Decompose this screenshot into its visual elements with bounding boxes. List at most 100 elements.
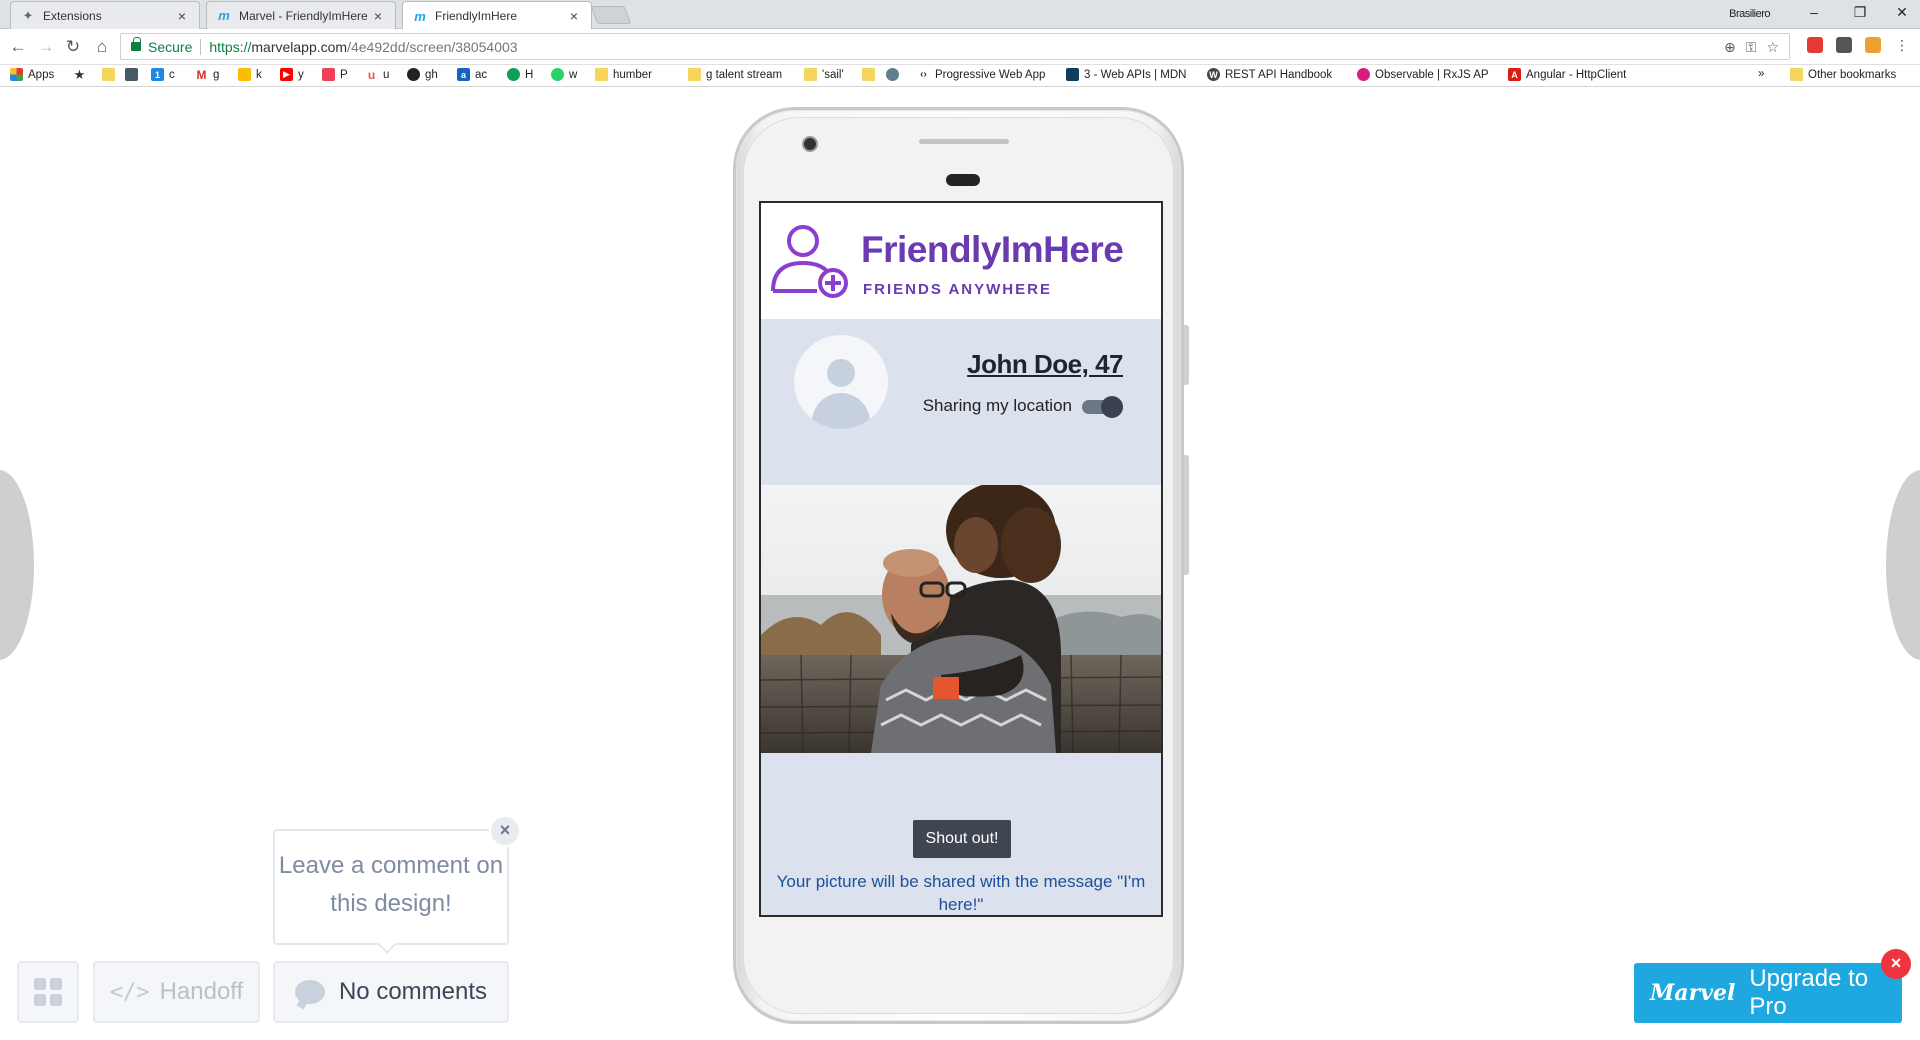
bookmark-globe[interactable] (886, 68, 904, 81)
bookmark-amazon[interactable]: a ac (457, 68, 487, 81)
tab-friendlyimhere[interactable]: m FriendlyImHere × (402, 1, 592, 30)
reload-icon[interactable]: ↻ (63, 37, 83, 57)
tab-title: FriendlyImHere (435, 9, 518, 23)
tab-title: Extensions (43, 8, 102, 23)
menu-icon[interactable]: ⋮ (1894, 37, 1910, 53)
bookmark-mdn[interactable]: 3 - Web APIs | MDN (1066, 68, 1186, 81)
bookmark-keep[interactable]: k (238, 68, 262, 81)
pocket-icon (322, 68, 335, 81)
folder-icon (804, 68, 817, 81)
bookmark-extension[interactable] (125, 68, 143, 81)
screens-grid-button[interactable] (17, 961, 79, 1023)
add-friend-icon (771, 225, 848, 298)
angular-icon: A (1508, 68, 1521, 81)
divider (200, 38, 202, 55)
popover-close-icon[interactable]: × (489, 815, 521, 847)
bookmark-star[interactable]: ★ (73, 67, 91, 82)
bookmark-star-icon[interactable]: ☆ (1766, 39, 1779, 56)
url-text[interactable]: https://marvelapp.com/4e492dd/screen/380… (209, 39, 517, 55)
forward-icon[interactable]: → (36, 37, 56, 57)
tab-close-icon[interactable]: × (371, 8, 385, 24)
tab-marvel-friendlyimhere[interactable]: m Marvel - FriendlyImHere × (206, 1, 396, 29)
comments-label: No comments (338, 978, 488, 1005)
bookmark-rest-api[interactable]: W REST API Handbook (1207, 68, 1332, 81)
globe-icon (886, 68, 899, 81)
folder-icon (862, 68, 875, 81)
bookmark-youtube[interactable]: ▶ y (280, 68, 304, 81)
share-message: Your picture will be shared with the mes… (776, 872, 1146, 914)
upgrade-close-icon[interactable]: × (1881, 949, 1911, 979)
shout-out-button[interactable]: Shout out! (913, 820, 1011, 858)
previous-screen-button[interactable] (0, 470, 34, 660)
tab-extensions[interactable]: ✦ Extensions × (10, 1, 200, 29)
bookmark-sail[interactable]: 'sail' (804, 68, 844, 81)
folder-icon (1790, 68, 1803, 81)
camera-icon (802, 136, 818, 152)
back-icon[interactable]: ← (8, 37, 28, 57)
bookmark-angular[interactable]: A Angular - HttpClient (1508, 68, 1626, 81)
marvel-icon: m (414, 8, 426, 24)
sensor (946, 174, 980, 186)
bookmarks-overflow-icon[interactable]: » (1758, 68, 1764, 80)
lastpass-icon[interactable] (1807, 37, 1823, 53)
brand-name: FriendlyImHere (861, 229, 1124, 270)
minimize-icon[interactable]: – (1804, 4, 1824, 20)
github-icon (407, 68, 420, 81)
upgrade-to-pro-button[interactable]: Marvel Upgrade to Pro (1634, 963, 1902, 1023)
comment-popover[interactable]: Leave a comment on this design! (273, 829, 509, 945)
udemy-icon: u (365, 68, 378, 82)
handoff-button[interactable]: </> Handoff (93, 961, 260, 1023)
location-toggle[interactable] (1082, 396, 1123, 418)
bookmark-folder-empty[interactable] (862, 68, 880, 81)
shared-photo (761, 485, 1161, 753)
toggle-knob (1101, 396, 1123, 418)
bookmark-calendar[interactable]: 1c (151, 68, 175, 81)
new-tab-button[interactable] (590, 6, 632, 24)
bookmark-apps[interactable]: Apps (10, 68, 54, 81)
folder-icon (595, 68, 608, 81)
next-screen-button[interactable] (1886, 470, 1920, 660)
user-name-link[interactable]: John Doe, 47 (967, 349, 1123, 380)
hangouts-icon (507, 68, 520, 81)
zoom-icon[interactable]: ⊕ (1724, 39, 1736, 56)
key-icon[interactable]: ⚿ (1746, 39, 1757, 56)
marvel-icon: m (218, 8, 230, 23)
bookmark-udemy[interactable]: uu (365, 68, 389, 82)
avatar[interactable] (794, 335, 888, 429)
tab-close-icon[interactable]: × (175, 8, 189, 24)
bookmark-pwa[interactable]: ‹› Progressive Web App (917, 68, 1045, 81)
extension-icon[interactable] (1865, 37, 1881, 53)
address-bar[interactable]: Secure https://marvelapp.com/4e492dd/scr… (120, 33, 1790, 60)
bookmark-gmail[interactable]: Mg (195, 68, 219, 82)
browser-tab-strip: ✦ Extensions × m Marvel - FriendlyImHere… (0, 0, 1920, 30)
bookmark-other[interactable]: Other bookmarks (1790, 68, 1896, 81)
wordpress-icon: W (1207, 68, 1220, 81)
bookmark-github[interactable]: gh (407, 68, 438, 81)
amazon-icon: a (457, 68, 470, 81)
avatar-head (827, 359, 855, 387)
bookmark-folder[interactable] (102, 68, 120, 81)
comment-bubble-icon (294, 980, 325, 1004)
bookmark-g-talent-stream[interactable]: g talent stream (688, 68, 782, 81)
volume-button (1184, 455, 1189, 575)
whatsapp-icon (551, 68, 564, 81)
home-icon[interactable]: ⌂ (92, 37, 112, 57)
profile-name[interactable]: Brasiliero (1729, 8, 1770, 20)
code-icon: ‹› (920, 69, 927, 80)
pocket-extension-icon[interactable] (1836, 37, 1852, 53)
bookmark-whatsapp[interactable]: w (551, 68, 577, 81)
restore-icon[interactable]: ❐ (1850, 4, 1870, 21)
bookmark-hangouts[interactable]: H (507, 68, 533, 81)
bookmark-rxjs[interactable]: Observable | RxJS AP (1357, 68, 1489, 81)
app-header: FriendlyImHere FRIENDS ANYWHERE (761, 203, 1161, 319)
browser-toolbar: ← → ↻ ⌂ Secure https://marvelapp.com/4e4… (0, 29, 1920, 65)
folder-icon (688, 68, 701, 81)
marvel-logo: Marvel (1650, 980, 1736, 1006)
comments-button[interactable]: No comments (273, 961, 509, 1023)
bookmark-humber[interactable]: humber (595, 68, 652, 81)
puzzle-icon: ✦ (22, 7, 34, 23)
close-window-icon[interactable]: ✕ (1892, 4, 1912, 21)
couple-photo (761, 485, 1161, 753)
bookmark-pocket[interactable]: P (322, 68, 348, 81)
tab-close-icon[interactable]: × (567, 8, 581, 24)
